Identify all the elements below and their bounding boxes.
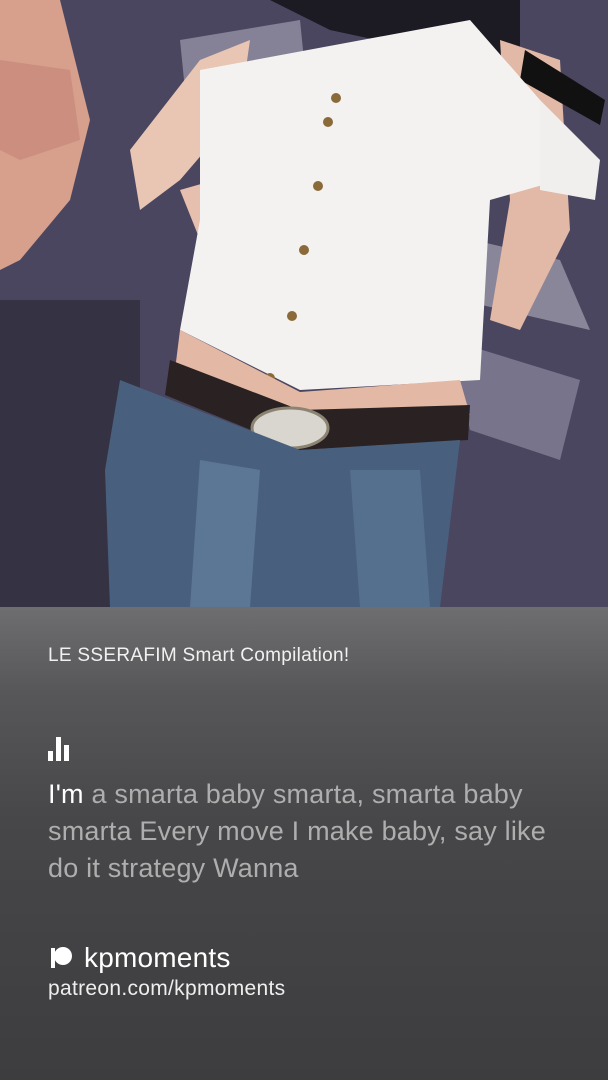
lyrics-text: I'm a smarta baby smarta, smarta baby sm… <box>48 776 568 887</box>
lyrics-remaining: a smarta baby smarta, smarta baby smarta… <box>48 779 546 883</box>
video-frame[interactable] <box>0 0 608 607</box>
lyrics-active-word: I'm <box>48 779 84 809</box>
patreon-icon <box>51 947 72 968</box>
creator-brand[interactable]: kpmoments <box>48 942 231 974</box>
video-scene <box>0 0 608 607</box>
info-panel: LE SSERAFIM Smart Compilation! I'm a sma… <box>0 607 608 1080</box>
creator-url[interactable]: patreon.com/kpmoments <box>48 977 285 1001</box>
audio-bars-icon <box>48 737 69 761</box>
video-caption: LE SSERAFIM Smart Compilation! <box>48 645 350 666</box>
creator-name: kpmoments <box>84 942 231 973</box>
